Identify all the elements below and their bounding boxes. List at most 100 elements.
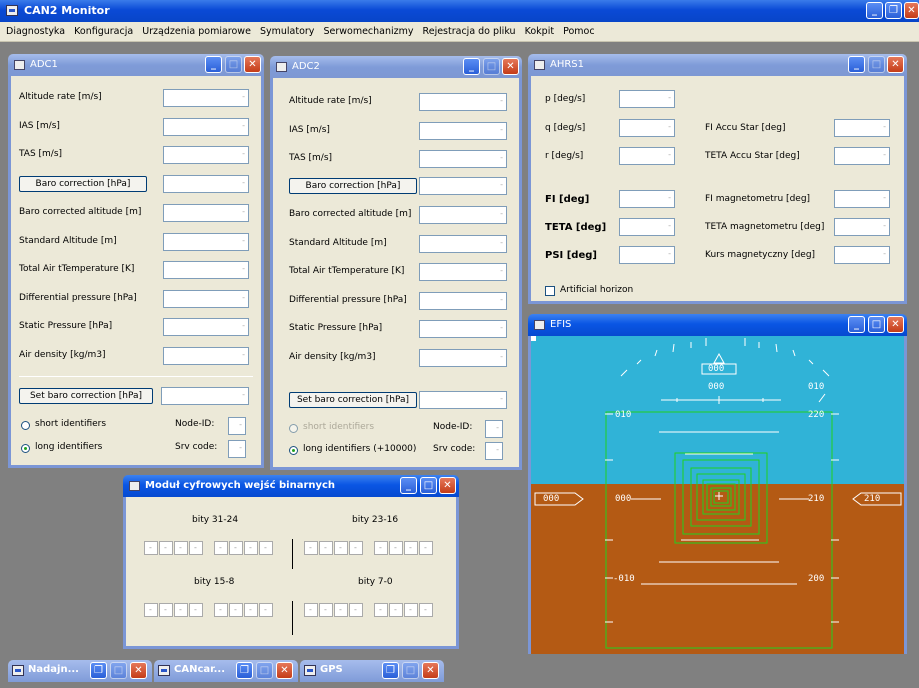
menu-kokpit[interactable]: Kokpit (525, 26, 554, 37)
adc1-srv-field[interactable] (228, 440, 246, 458)
min-window-cancar[interactable]: CANcar... ❐ □ ✕ (154, 660, 298, 682)
bit-checkbox[interactable] (159, 541, 173, 555)
ahrs-close[interactable]: ✕ (887, 56, 904, 73)
adc2-maximize[interactable]: □ (483, 58, 500, 75)
bit-checkbox[interactable] (144, 541, 158, 555)
ahrs-titlebar[interactable]: AHRS1 _ □ ✕ (528, 54, 907, 76)
adc1-field[interactable] (163, 204, 249, 222)
bit-checkbox[interactable] (304, 603, 318, 617)
menu-pomoc[interactable]: Pomoc (563, 26, 595, 37)
adc2-close[interactable]: ✕ (502, 58, 519, 75)
ahrs-field[interactable] (619, 246, 675, 264)
min-window-gps[interactable]: GPS ❐ □ ✕ (300, 660, 444, 682)
bit-checkbox[interactable] (259, 603, 273, 617)
menu-urzadzenia[interactable]: Urządzenia pomiarowe (142, 26, 251, 37)
adc1-short-radio[interactable] (21, 421, 30, 430)
maximize-button[interactable]: □ (402, 662, 419, 679)
close-button[interactable]: ✕ (130, 662, 147, 679)
adc2-field[interactable] (419, 122, 507, 140)
adc2-short-radio[interactable] (289, 424, 298, 433)
adc2-long-radio[interactable] (289, 446, 298, 455)
menu-serwomechanizmy[interactable]: Serwomechanizmy (323, 26, 413, 37)
menu-symulatory[interactable]: Symulatory (260, 26, 314, 37)
adc1-maximize[interactable]: □ (225, 56, 242, 73)
close-button[interactable]: ✕ (276, 662, 293, 679)
ahrs-maximize[interactable]: □ (868, 56, 885, 73)
bit-checkbox[interactable] (349, 603, 363, 617)
bit-checkbox[interactable] (374, 541, 388, 555)
adc1-field[interactable] (163, 261, 249, 279)
bit-checkbox[interactable] (319, 603, 333, 617)
ahrs-field[interactable] (834, 218, 890, 236)
menu-konfiguracja[interactable]: Konfiguracja (74, 26, 133, 37)
adc2-field[interactable] (419, 150, 507, 168)
adc2-field[interactable] (419, 93, 507, 111)
adc1-titlebar[interactable]: ADC1 _ □ ✕ (8, 54, 264, 76)
bit-checkbox[interactable] (389, 603, 403, 617)
adc1-field[interactable] (163, 290, 249, 308)
bit-checkbox[interactable] (214, 541, 228, 555)
horizon-checkbox[interactable] (545, 286, 555, 296)
modul-minimize[interactable]: _ (400, 477, 417, 494)
ahrs-field[interactable] (834, 119, 890, 137)
menu-rejestracja[interactable]: Rejestracja do pliku (423, 26, 516, 37)
bit-checkbox[interactable] (404, 603, 418, 617)
bit-checkbox[interactable] (144, 603, 158, 617)
adc1-field[interactable] (163, 233, 249, 251)
bit-checkbox[interactable] (174, 541, 188, 555)
ahrs-minimize[interactable]: _ (848, 56, 865, 73)
ahrs-field[interactable] (619, 190, 675, 208)
adc1-close[interactable]: ✕ (244, 56, 261, 73)
bit-checkbox[interactable] (259, 541, 273, 555)
adc1-set-baro-field[interactable] (161, 387, 249, 405)
adc2-field[interactable] (419, 177, 507, 195)
adc1-minimize[interactable]: _ (205, 56, 222, 73)
adc2-baro-button[interactable]: Baro correction [hPa] (289, 178, 417, 194)
close-button[interactable]: ✕ (422, 662, 439, 679)
maximize-button[interactable]: □ (110, 662, 127, 679)
adc1-field[interactable] (163, 89, 249, 107)
adc2-field[interactable] (419, 263, 507, 281)
adc2-set-baro-button[interactable]: Set baro correction [hPa] (289, 392, 417, 408)
bit-checkbox[interactable] (214, 603, 228, 617)
ahrs-field[interactable] (619, 218, 675, 236)
adc2-field[interactable] (419, 235, 507, 253)
bit-checkbox[interactable] (174, 603, 188, 617)
restore-button[interactable]: ❐ (382, 662, 399, 679)
bit-checkbox[interactable] (334, 541, 348, 555)
bit-checkbox[interactable] (229, 541, 243, 555)
adc2-node-field[interactable] (485, 420, 503, 438)
adc1-field[interactable] (163, 118, 249, 136)
ahrs-field[interactable] (619, 119, 675, 137)
restore-button[interactable]: ❐ (236, 662, 253, 679)
bit-checkbox[interactable] (419, 603, 433, 617)
ahrs-field[interactable] (834, 190, 890, 208)
adc1-node-field[interactable] (228, 417, 246, 435)
ahrs-field[interactable] (834, 246, 890, 264)
bit-checkbox[interactable] (229, 603, 243, 617)
bit-checkbox[interactable] (189, 541, 203, 555)
bit-checkbox[interactable] (419, 541, 433, 555)
bit-checkbox[interactable] (304, 541, 318, 555)
efis-maximize[interactable]: □ (868, 316, 885, 333)
adc2-field[interactable] (419, 292, 507, 310)
bit-checkbox[interactable] (189, 603, 203, 617)
bit-checkbox[interactable] (374, 603, 388, 617)
adc1-set-baro-button[interactable]: Set baro correction [hPa] (19, 388, 153, 404)
bit-checkbox[interactable] (244, 603, 258, 617)
adc2-field[interactable] (419, 349, 507, 367)
adc1-field[interactable] (163, 175, 249, 193)
modul-titlebar[interactable]: Moduł cyfrowych wejść binarnych _ □ ✕ (123, 475, 459, 497)
bit-checkbox[interactable] (404, 541, 418, 555)
modul-close[interactable]: ✕ (439, 477, 456, 494)
efis-minimize[interactable]: _ (848, 316, 865, 333)
adc1-baro-button[interactable]: Baro correction [hPa] (19, 176, 147, 192)
min-window-nadajnik[interactable]: Nadajn... ❐ □ ✕ (8, 660, 152, 682)
adc2-set-baro-field[interactable] (419, 391, 507, 409)
adc2-field[interactable] (419, 320, 507, 338)
adc1-field[interactable] (163, 318, 249, 336)
restore-button[interactable]: ❐ (885, 2, 902, 19)
ahrs-field[interactable] (619, 90, 675, 108)
adc2-srv-field[interactable] (485, 442, 503, 460)
efis-titlebar[interactable]: EFIS _ □ ✕ (528, 314, 907, 336)
